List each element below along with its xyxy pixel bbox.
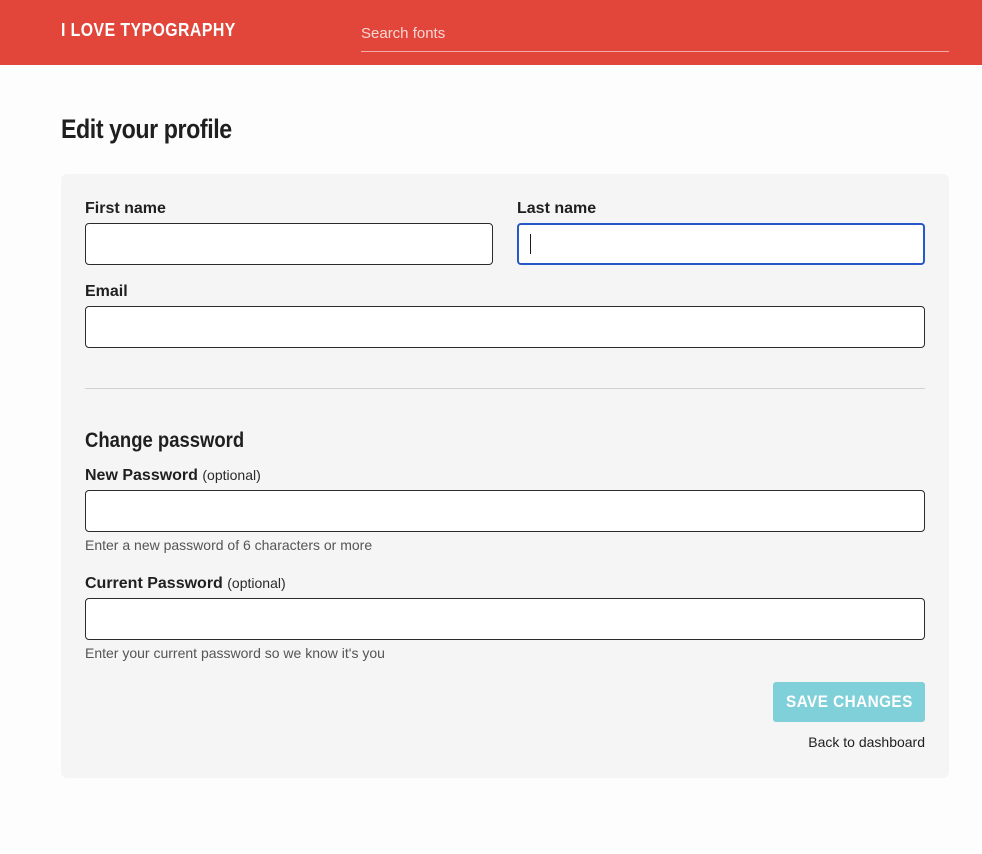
text-cursor	[530, 234, 531, 254]
new-password-optional-tag: (optional)	[202, 467, 261, 483]
last-name-field[interactable]	[517, 223, 925, 265]
email-label: Email	[85, 283, 128, 300]
back-to-dashboard-link[interactable]: Back to dashboard	[808, 734, 925, 750]
current-password-label: Current Password (optional)	[85, 575, 286, 593]
current-password-hint: Enter your current password so we know i…	[85, 645, 385, 661]
first-name-field[interactable]	[85, 223, 493, 265]
current-password-label-text: Current Password	[85, 575, 223, 592]
email-field[interactable]	[85, 306, 925, 348]
new-password-field[interactable]	[85, 490, 925, 532]
new-password-label: New Password (optional)	[85, 467, 261, 485]
new-password-hint: Enter a new password of 6 characters or …	[85, 537, 373, 553]
save-changes-label: SAVE CHANGES	[785, 692, 913, 711]
brand-logo-link[interactable]: I LOVE TYPOGRAPHY	[61, 20, 236, 41]
first-name-label: First name	[85, 200, 166, 217]
top-navigation-bar: I LOVE TYPOGRAPHY	[0, 0, 982, 65]
change-password-heading: Change password	[85, 429, 245, 452]
section-divider	[85, 388, 925, 389]
current-password-optional-tag: (optional)	[227, 575, 286, 591]
page-title: Edit your profile	[61, 114, 232, 144]
save-changes-button[interactable]: SAVE CHANGES	[773, 682, 925, 722]
last-name-label: Last name	[517, 200, 597, 217]
search-fonts-input[interactable]	[361, 16, 949, 52]
current-password-field[interactable]	[85, 598, 925, 640]
new-password-label-text: New Password	[85, 467, 198, 484]
